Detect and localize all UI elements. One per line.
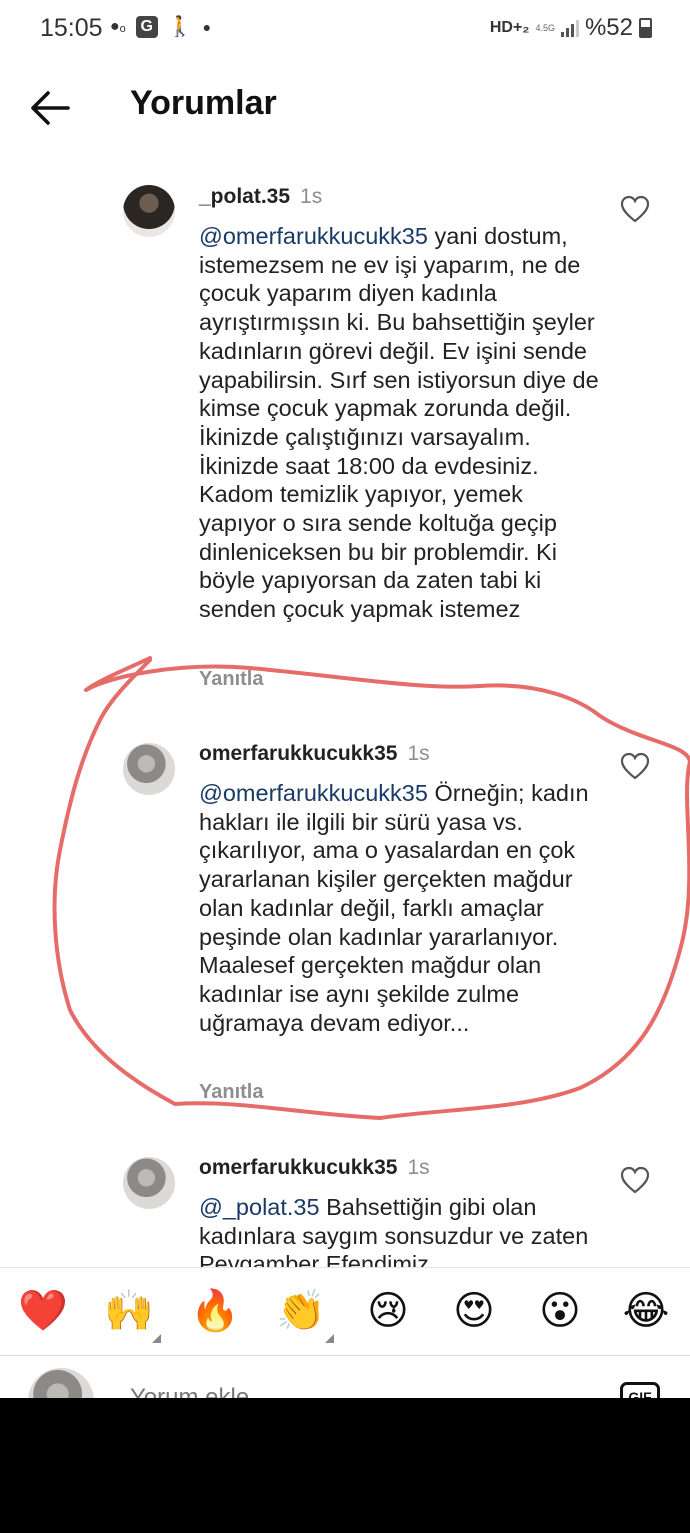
comment-username-line: _polat.35 1s: [199, 185, 322, 209]
status-bar: 15:05 ●ₒ G 🚶 ● HD+₂ 4.5G %52: [0, 0, 690, 58]
comment-username[interactable]: omerfarukkucukk35: [199, 1156, 397, 1179]
comment-time: 1s: [407, 1156, 430, 1179]
like-heart-icon[interactable]: [620, 1166, 650, 1194]
signal-icon: [560, 19, 579, 37]
comment-input-bar: GIF: [0, 1355, 690, 1398]
mention-link[interactable]: @omerfarukkucukk35: [199, 223, 428, 249]
reply-button[interactable]: Yanıtla: [199, 1081, 263, 1104]
g-app-icon: G: [135, 15, 158, 38]
battery-text: %52: [584, 14, 633, 41]
black-bottom-bar: [0, 1398, 690, 1533]
like-heart-icon[interactable]: [620, 195, 650, 223]
status-right: HD+₂ 4.5G %52: [490, 14, 652, 42]
avatar[interactable]: [123, 743, 175, 795]
reply-button[interactable]: Yanıtla: [199, 668, 263, 691]
comment-text: @omerfarukkucukk35 yani dostum, istemezs…: [199, 222, 599, 624]
comment-input[interactable]: [130, 1384, 580, 1398]
current-user-avatar: [28, 1368, 94, 1398]
network-gen-label: 4.5G: [535, 23, 555, 33]
heart-eyes-emoji-icon[interactable]: 😍: [449, 1286, 499, 1336]
dot-icon: ●: [202, 18, 212, 35]
comment-body: yani dostum, istemezsem ne ev işi yaparı…: [199, 223, 599, 623]
raising-hands-emoji-icon[interactable]: 🙌: [104, 1286, 154, 1336]
network-label: HD+₂: [489, 19, 530, 36]
status-time: 15:05: [40, 14, 103, 42]
skin-tone-indicator: [152, 1334, 161, 1343]
skin-tone-indicator: [325, 1334, 334, 1343]
clapping-hands-emoji-icon[interactable]: 👏: [276, 1286, 326, 1336]
gif-button[interactable]: GIF: [620, 1382, 660, 1398]
mention-link[interactable]: @_polat.35: [199, 1194, 320, 1220]
comment-username[interactable]: omerfarukkucukk35: [199, 742, 397, 765]
assistant-icon: ●ₒ: [110, 17, 126, 35]
comment-username[interactable]: _polat.35: [199, 185, 290, 208]
comment-time: 1s: [300, 185, 323, 208]
back-arrow-icon[interactable]: [28, 88, 72, 128]
mention-link[interactable]: @omerfarukkucukk35: [199, 780, 428, 806]
avatar[interactable]: [123, 185, 175, 237]
battery-icon: [639, 18, 652, 38]
red-annotation-scribble: [52, 656, 690, 1120]
surprised-face-emoji-icon[interactable]: 😮: [535, 1286, 585, 1336]
tears-of-joy-emoji-icon[interactable]: 😂: [621, 1286, 671, 1336]
heart-emoji-icon[interactable]: ❤️: [18, 1286, 68, 1336]
walking-icon: 🚶: [167, 16, 193, 38]
avatar[interactable]: [123, 1157, 175, 1209]
notification-icons: ●ₒ G 🚶 ●: [110, 14, 211, 39]
page-title: Yorumlar: [130, 84, 277, 122]
app-header: Yorumlar: [0, 58, 690, 158]
like-heart-icon[interactable]: [620, 752, 650, 780]
comments-screen: 15:05 ●ₒ G 🚶 ● HD+₂ 4.5G %52 Yorumlar _p…: [0, 0, 690, 1398]
emoji-reaction-bar: ❤️ 🙌 🔥 👏 😢 😍 😮 😂: [0, 1267, 690, 1355]
comment-text: @omerfarukkucukk35 Örneğin; kadın haklar…: [199, 779, 599, 1037]
comment-time: 1s: [407, 742, 430, 765]
comment-username-line: omerfarukkucukk35 1s: [199, 1156, 430, 1180]
comment-body: Örneğin; kadın hakları ile ilgili bir sü…: [199, 780, 589, 1036]
fire-emoji-icon[interactable]: 🔥: [190, 1286, 240, 1336]
comment-username-line: omerfarukkucukk35 1s: [199, 742, 430, 766]
crying-face-emoji-icon[interactable]: 😢: [363, 1286, 413, 1336]
